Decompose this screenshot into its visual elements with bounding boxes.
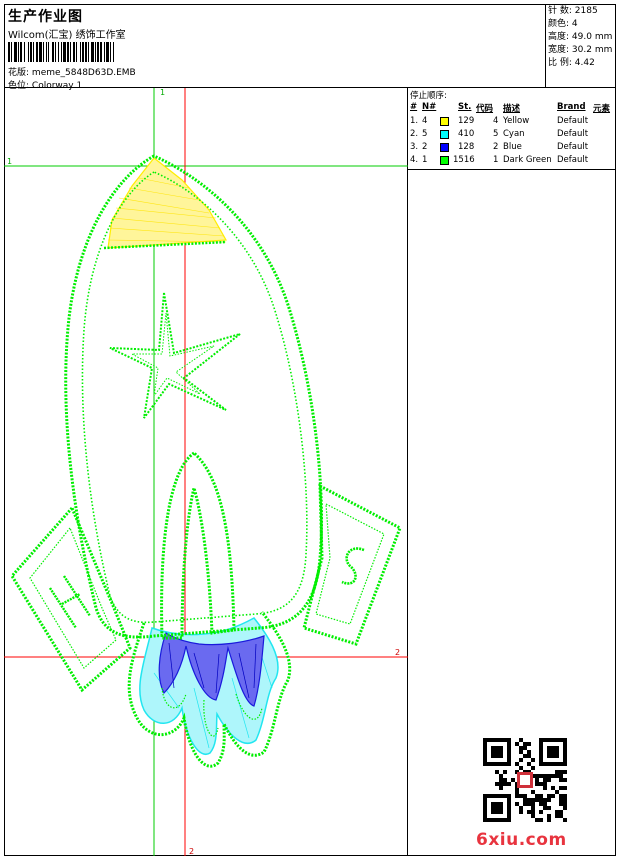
nose-cone-yellow: [107, 157, 227, 249]
stat-stitches: 针 数: 2185: [548, 6, 598, 16]
stop-sequence-divider: [408, 169, 616, 170]
stop-row: 2. 5 410 5 Cyan Default: [410, 129, 589, 139]
stat-height: 高度: 49.0 mm: [548, 32, 613, 42]
col-header-desc: 描述: [503, 104, 521, 114]
stop-row: 3. 2 128 2 Blue Default: [410, 142, 589, 152]
stop-sequence-panel: 停止顺序: # N# St. 代码 描述 Brand 元素 1. 4 129 4…: [408, 88, 616, 856]
stop-sequence-title: 停止顺序:: [410, 91, 447, 101]
qr-code: [483, 738, 567, 822]
stop-row: 1. 4 129 4 Yellow Default: [410, 116, 589, 126]
stat-width: 宽度: 30.2 mm: [548, 45, 613, 55]
stop-sequence-header: # N# St. 代码 描述 Brand 元素: [410, 102, 614, 114]
col-header-st: St.: [458, 102, 472, 112]
right-fin-inner: [315, 502, 385, 625]
stat-colors: 颜色: 4: [548, 19, 578, 29]
design-file-label: 花版:: [8, 68, 30, 78]
col-header-code: 代码: [476, 104, 494, 114]
watermark-logo: 6xiu.com: [476, 830, 567, 850]
color-swatch: [440, 143, 449, 152]
guide-marker-bottom: 2: [189, 847, 194, 856]
guide-marker-left: 1: [7, 157, 12, 166]
color-swatch: [440, 130, 449, 139]
col-header-brand: Brand: [557, 102, 586, 112]
stat-scale: 比 例: 4.42: [548, 58, 595, 68]
right-fin-letter: [341, 547, 365, 585]
left-fin-letter: [48, 575, 92, 629]
col-header-num: #: [410, 102, 418, 112]
star-outline: [109, 292, 241, 419]
design-file-name: meme_5848D63D.EMB: [31, 68, 136, 78]
page-title: 生产作业图: [8, 9, 83, 25]
header-panel: 生产作业图 Wilcom(汇宝) 绣饰工作室 花版: meme_5848D63D…: [4, 4, 546, 91]
col-header-elem: 元素: [593, 104, 611, 114]
design-stats: 针 数: 2185 颜色: 4 高度: 49.0 mm 宽度: 30.2 mm …: [546, 4, 616, 88]
center-fin-outline: [160, 451, 236, 640]
studio-name: Wilcom(汇宝) 绣饰工作室: [8, 30, 126, 41]
guide-marker-top: 1: [160, 88, 165, 97]
star-inner: [131, 312, 215, 397]
guide-marker-right: 2: [395, 648, 400, 657]
color-swatch: [440, 156, 449, 165]
stop-row: 4. 1 1516 1 Dark Green Default: [410, 155, 589, 165]
embroidery-artwork: 1 1 2 2: [4, 88, 408, 856]
embroidery-preview: 1 1 2 2: [4, 88, 408, 856]
col-header-n: N#: [422, 102, 437, 112]
design-file-line: 花版: meme_5848D63D.EMB: [8, 65, 136, 78]
design-barcode: [8, 42, 206, 62]
color-swatch: [440, 117, 449, 126]
